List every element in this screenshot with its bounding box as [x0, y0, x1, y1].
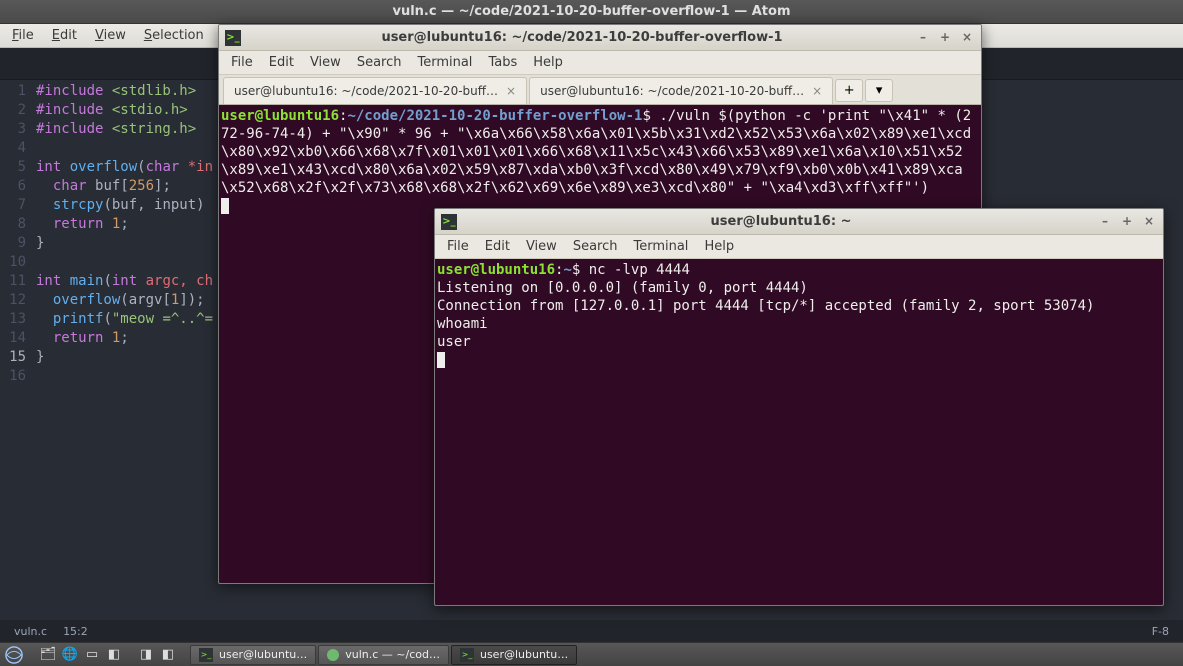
window-title: user@lubuntu16: ~: [465, 214, 1097, 229]
window-title: user@lubuntu16: ~/code/2021-10-20-buffer…: [249, 30, 915, 45]
menu-search[interactable]: Search: [565, 237, 626, 256]
taskbar-item-terminal-2[interactable]: >_ user@lubuntu…: [451, 645, 577, 665]
menu-file[interactable]: File: [4, 26, 42, 45]
tile-left-icon[interactable]: ◨: [136, 645, 156, 665]
menu-tabs[interactable]: Tabs: [480, 53, 525, 72]
menu-terminal[interactable]: Terminal: [409, 53, 480, 72]
menu-terminal[interactable]: Terminal: [625, 237, 696, 256]
tab-menu-button[interactable]: ▾: [865, 79, 893, 102]
menu-view[interactable]: View: [87, 26, 134, 45]
maximize-button[interactable]: +: [1119, 214, 1135, 230]
cursor: [437, 352, 445, 368]
new-tab-button[interactable]: +: [835, 79, 863, 102]
terminal-icon: >_: [460, 648, 474, 662]
maximize-button[interactable]: +: [937, 30, 953, 46]
start-menu-icon[interactable]: [2, 644, 26, 666]
terminal-icon: >_: [199, 648, 213, 662]
browser-icon[interactable]: 🌐: [60, 645, 80, 665]
close-button[interactable]: ×: [1141, 214, 1157, 230]
minimize-button[interactable]: –: [1097, 214, 1113, 230]
show-desktop-icon[interactable]: ▭: [82, 645, 102, 665]
atom-gutter: 1 2 3 4 5 6 7 8 9 10 11 12 13 14 15 16: [0, 80, 36, 620]
terminal-icon: >_: [225, 30, 241, 46]
tile-right-icon[interactable]: ◧: [158, 645, 178, 665]
menu-view[interactable]: View: [302, 53, 349, 72]
cursor: [221, 198, 229, 214]
status-encoding[interactable]: F-8: [1152, 625, 1169, 638]
menu-selection[interactable]: Selection: [136, 26, 212, 45]
terminal-body[interactable]: user@lubuntu16:~$ nc -lvp 4444 Listening…: [435, 259, 1163, 605]
menu-help[interactable]: Help: [525, 53, 571, 72]
close-button[interactable]: ×: [959, 30, 975, 46]
menu-edit[interactable]: Edit: [477, 237, 518, 256]
terminal-menubar: File Edit View Search Terminal Tabs Help: [219, 51, 981, 75]
terminal-tab-2[interactable]: user@lubuntu16: ~/code/2021-10-20-buff… …: [529, 77, 833, 104]
taskbar: 🗂 🌐 ▭ ◧ ◨ ◧ >_ user@lubuntu… vuln.c — ~/…: [0, 642, 1183, 666]
menu-file[interactable]: File: [223, 53, 261, 72]
menu-edit[interactable]: Edit: [261, 53, 302, 72]
menu-search[interactable]: Search: [349, 53, 410, 72]
terminal-tab-1[interactable]: user@lubuntu16: ~/code/2021-10-20-buff… …: [223, 77, 527, 104]
taskbar-item-atom[interactable]: vuln.c — ~/cod…: [318, 645, 449, 665]
close-icon[interactable]: ×: [812, 84, 822, 98]
close-icon[interactable]: ×: [506, 84, 516, 98]
menu-edit[interactable]: Edit: [44, 26, 85, 45]
menu-view[interactable]: View: [518, 237, 565, 256]
menu-file[interactable]: File: [439, 237, 477, 256]
terminal-window-2: >_ user@lubuntu16: ~ – + × File Edit Vie…: [434, 208, 1164, 606]
titlebar[interactable]: >_ user@lubuntu16: ~/code/2021-10-20-buf…: [219, 25, 981, 51]
titlebar[interactable]: >_ user@lubuntu16: ~ – + ×: [435, 209, 1163, 235]
atom-statusbar: vuln.c 15:2 F-8: [0, 620, 1183, 642]
topbar-title: vuln.c — ~/code/2021-10-20-buffer-overfl…: [392, 4, 790, 19]
taskbar-item-terminal-1[interactable]: >_ user@lubuntu…: [190, 645, 316, 665]
minimize-button[interactable]: –: [915, 30, 931, 46]
status-pos[interactable]: 15:2: [63, 625, 88, 638]
desktop-topbar: vuln.c — ~/code/2021-10-20-buffer-overfl…: [0, 0, 1183, 24]
status-file[interactable]: vuln.c: [14, 625, 47, 638]
menu-help[interactable]: Help: [696, 237, 742, 256]
terminal-tabbar: user@lubuntu16: ~/code/2021-10-20-buff… …: [219, 75, 981, 105]
workspace-icon[interactable]: ◧: [104, 645, 124, 665]
terminal-icon: >_: [441, 214, 457, 230]
file-manager-icon[interactable]: 🗂: [38, 645, 58, 665]
terminal-menubar: File Edit View Search Terminal Help: [435, 235, 1163, 259]
atom-icon: [327, 649, 339, 661]
